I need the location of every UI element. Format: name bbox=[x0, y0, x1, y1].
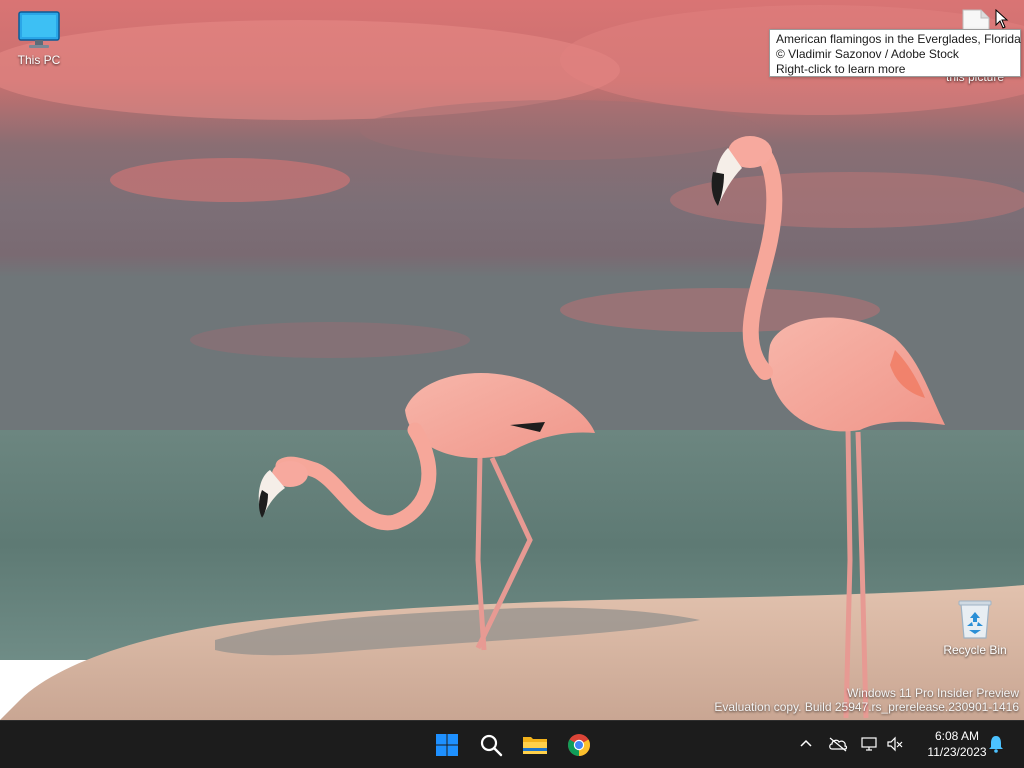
volume-button[interactable] bbox=[884, 733, 906, 755]
chrome-button[interactable] bbox=[561, 727, 597, 763]
watermark-build: Evaluation copy. Build 25947.rs_prerelea… bbox=[714, 700, 1019, 714]
search-button[interactable] bbox=[473, 727, 509, 763]
notifications-button[interactable] bbox=[985, 733, 1007, 755]
file-explorer-button[interactable] bbox=[517, 727, 553, 763]
mouse-cursor-icon bbox=[995, 9, 1009, 29]
chevron-up-icon bbox=[800, 739, 812, 747]
evaluation-watermark: Windows 11 Pro Insider Preview Evaluatio… bbox=[714, 686, 1019, 714]
desktop[interactable]: This PC this picture Recycle Bin America… bbox=[0, 0, 1024, 720]
wallpaper-info-tooltip: American flamingos in the Everglades, Fl… bbox=[769, 29, 1021, 77]
folder-icon bbox=[523, 737, 547, 754]
desktop-icon-label: This PC bbox=[17, 53, 61, 67]
onedrive-offline-icon bbox=[829, 737, 848, 752]
notification-bell-icon bbox=[989, 736, 1003, 753]
flamingo-wallpaper bbox=[0, 0, 1024, 720]
watermark-edition: Windows 11 Pro Insider Preview bbox=[847, 686, 1019, 700]
tooltip-credit: © Vladimir Sazonov / Adobe Stock bbox=[776, 47, 959, 61]
search-icon bbox=[480, 734, 503, 757]
speaker-muted-icon bbox=[887, 736, 903, 752]
monitor-icon bbox=[18, 11, 60, 48]
onedrive-button[interactable] bbox=[827, 733, 849, 755]
windows-logo-icon bbox=[436, 734, 458, 756]
show-hidden-icons-button[interactable] bbox=[795, 733, 817, 755]
desktop-icon-recycle-bin[interactable]: Recycle Bin bbox=[937, 598, 1013, 657]
network-button[interactable] bbox=[859, 733, 881, 755]
chrome-icon bbox=[568, 734, 590, 756]
start-button[interactable] bbox=[429, 727, 465, 763]
taskbar: 6:08 AM 11/23/2023 bbox=[0, 720, 1024, 768]
network-disconnected-icon bbox=[861, 737, 877, 751]
tooltip-hint: Right-click to learn more bbox=[776, 62, 906, 76]
desktop-icon-this-pc[interactable]: This PC bbox=[1, 10, 77, 67]
tooltip-title: American flamingos in the Everglades, Fl… bbox=[776, 32, 1021, 46]
desktop-icon-label: Recycle Bin bbox=[943, 643, 1007, 657]
recycle-bin-icon bbox=[958, 600, 992, 639]
